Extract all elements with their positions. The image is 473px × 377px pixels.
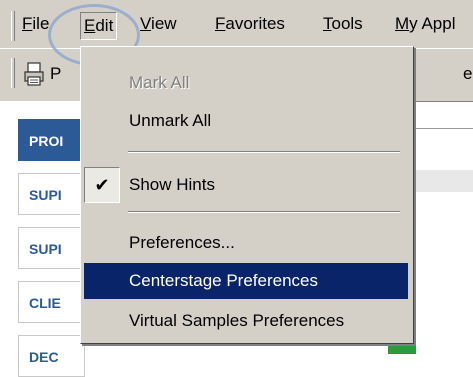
toolbar-print-label[interactable]: P	[50, 64, 61, 84]
menubar-grip[interactable]	[11, 11, 15, 41]
menu-my-apps[interactable]: My Appl	[395, 14, 455, 34]
menu-view[interactable]: View	[140, 14, 177, 34]
menu-separator	[128, 211, 400, 213]
menu-item-virtual-samples-preferences[interactable]: Virtual Samples Preferences	[84, 303, 408, 339]
menu-item-show-hints[interactable]: Show Hints	[84, 167, 408, 203]
nav-item-sup-2[interactable]: SUPI	[18, 227, 85, 269]
edit-dropdown-menu: Mark All Unmark All ✔ Show Hints Prefere…	[80, 46, 414, 344]
nav-item-products[interactable]: PROI	[18, 119, 85, 161]
menu-tools[interactable]: Tools	[323, 14, 363, 34]
toolbar-grip[interactable]	[11, 58, 15, 88]
nav-item-dec[interactable]: DEC	[18, 335, 85, 377]
menu-item-centerstage-preferences[interactable]: Centerstage Preferences	[84, 263, 408, 299]
menu-favorites[interactable]: Favorites	[215, 14, 285, 34]
left-nav: PROI SUPI SUPI CLIE DEC	[0, 101, 85, 377]
print-icon[interactable]	[22, 61, 46, 87]
toolbar-right-label[interactable]: e	[463, 64, 472, 84]
status-indicator	[388, 344, 416, 354]
menu-file[interactable]: File	[22, 14, 49, 34]
menu-item-mark-all[interactable]: Mark All	[84, 65, 408, 101]
menu-item-unmark-all[interactable]: Unmark All	[84, 103, 408, 139]
menu-item-preferences[interactable]: Preferences...	[84, 225, 408, 261]
nav-item-sup-1[interactable]: SUPI	[18, 173, 85, 215]
menu-separator	[128, 151, 400, 153]
nav-item-clients[interactable]: CLIE	[18, 281, 85, 323]
